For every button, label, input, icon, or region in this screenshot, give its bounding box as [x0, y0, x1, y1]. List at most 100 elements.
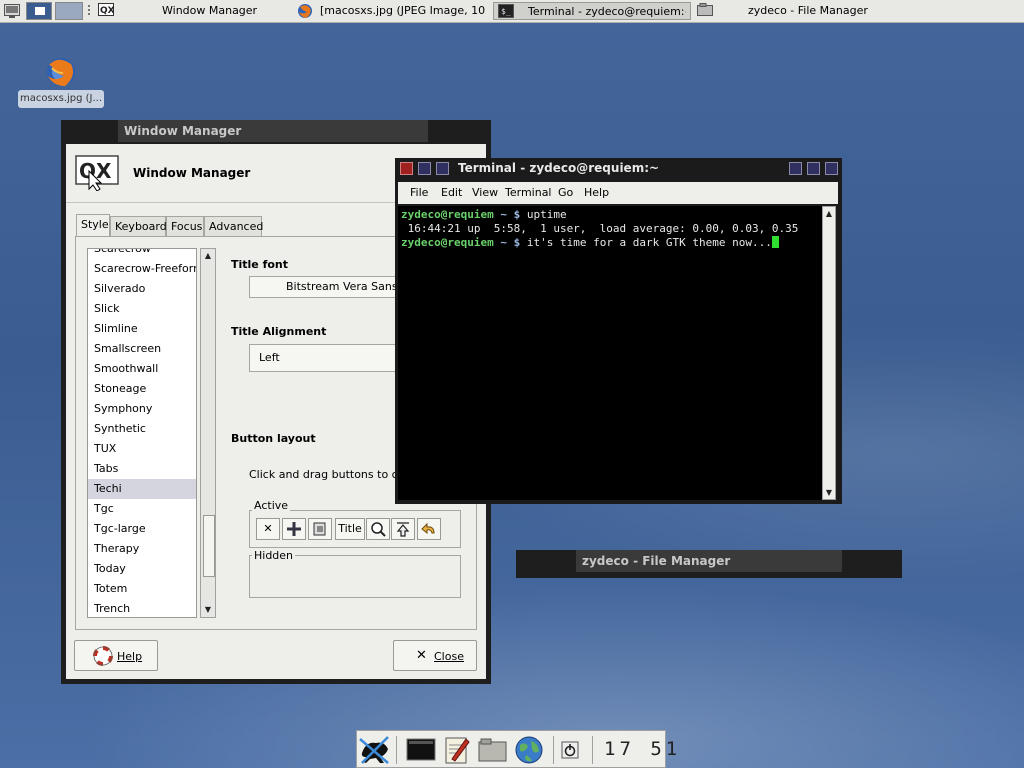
list-item[interactable]: Slimline [88, 319, 196, 339]
title-alignment-label: Title Alignment [231, 325, 327, 338]
list-item[interactable]: Tgc-large [88, 519, 196, 539]
power-icon[interactable] [561, 741, 579, 762]
window-manager-logo-icon: QX [75, 155, 121, 194]
list-item[interactable]: Stoneage [88, 379, 196, 399]
prompt-path: ~ $ [493, 208, 527, 221]
command-text: it's time for a dark GTK theme now... [526, 236, 772, 249]
list-item[interactable]: Scarecrow-Freeform [88, 259, 196, 279]
menu-view[interactable]: View [472, 186, 498, 199]
tab-advanced[interactable]: Advanced [204, 216, 263, 236]
firefox-icon [297, 3, 313, 25]
terminal-icon: $_ [498, 4, 514, 24]
terminal-scrollbar[interactable]: ▲ ▼ [822, 206, 836, 500]
list-item[interactable]: Totem [88, 579, 196, 599]
terminal-titlebar[interactable]: Terminal - zydeco@requiem:~ [452, 158, 784, 178]
list-item[interactable]: Today [88, 559, 196, 579]
workspace-1-button[interactable] [26, 2, 52, 20]
menu-file[interactable]: File [410, 186, 428, 199]
terminal-close-icon[interactable] [400, 162, 413, 175]
list-item[interactable]: TUX [88, 439, 196, 459]
panel-clock[interactable]: 17 51 [604, 738, 681, 760]
terminal-line: zydeco@requiem ~ $ it's time for a dark … [401, 236, 819, 250]
folder-icon[interactable] [478, 737, 508, 766]
top-taskbar: QX Window Manager [macosxs.jpg (JPEG Ima… [0, 0, 1024, 23]
tab-focus[interactable]: Focus [166, 216, 204, 236]
list-item[interactable]: Synthetic [88, 419, 196, 439]
terminal-menubar: File Edit View Terminal Go Help [398, 182, 838, 204]
terminal-maximize-icon[interactable] [825, 162, 838, 175]
theme-list[interactable]: Scarecrow Scarecrow-Freeform Silverado S… [87, 248, 197, 618]
terminal-cursor [771, 236, 779, 248]
help-button-label: Help [117, 650, 143, 663]
theme-list-scrollbar[interactable]: ▲ ▼ [200, 248, 216, 618]
list-item[interactable]: Symphony [88, 399, 196, 419]
hidden-label: Hidden [252, 549, 296, 562]
terminal-minimize-icon[interactable] [418, 162, 431, 175]
prompt-user: zydeco@requiem [401, 236, 494, 249]
terminal-line: 16:44:21 up 5:58, 1 user, load average: … [401, 222, 819, 236]
scroll-down-icon[interactable]: ▼ [823, 487, 835, 499]
terminal-screen[interactable]: zydeco@requiem ~ $ uptime 16:44:21 up 5:… [398, 206, 822, 500]
terminal-stick-icon[interactable] [789, 162, 802, 175]
handle-icon[interactable] [87, 4, 92, 21]
button-layout-label: Button layout [231, 432, 316, 445]
close-x-icon: ✕ [416, 648, 427, 663]
menu-icon[interactable] [308, 518, 332, 540]
xfce-mouse-icon[interactable] [358, 733, 392, 768]
task-label: [macosxs.jpg (JPEG Image, 1024... [320, 4, 486, 17]
close-button[interactable]: ✕ Close [393, 640, 477, 671]
panel-separator [592, 736, 593, 764]
menu-terminal[interactable]: Terminal [505, 186, 552, 199]
list-item-selected[interactable]: Techi [88, 479, 196, 499]
prompt-path: ~ $ [493, 236, 527, 249]
file-manager-titlebar[interactable]: zydeco - File Manager [576, 550, 842, 572]
list-item[interactable]: Smoothwall [88, 359, 196, 379]
task-file-manager[interactable]: zydeco - File Manager [694, 2, 890, 20]
output-text: 16:44:21 up 5:58, 1 user, load average: … [401, 222, 799, 235]
tab-style[interactable]: Style [76, 214, 110, 236]
close-icon[interactable]: ✕ [256, 518, 280, 540]
file-manager-icon [697, 3, 713, 23]
task-window-manager[interactable]: QX Window Manager [96, 2, 292, 20]
scrollbar-thumb[interactable] [203, 515, 215, 577]
scroll-up-icon[interactable]: ▲ [823, 208, 835, 220]
list-item[interactable]: Tabs [88, 459, 196, 479]
wm-header-title: Window Manager [133, 166, 251, 180]
text-editor-icon[interactable] [444, 735, 470, 768]
svg-text:QX: QX [100, 6, 114, 16]
task-label: zydeco - File Manager [748, 4, 868, 17]
help-button[interactable]: Help [74, 640, 158, 671]
terminal-launcher-icon[interactable] [406, 737, 436, 766]
undo-icon[interactable] [417, 518, 441, 540]
list-item[interactable]: Trench [88, 599, 196, 617]
prompt-user: zydeco@requiem [401, 208, 494, 221]
menu-edit[interactable]: Edit [441, 186, 462, 199]
web-browser-globe-icon[interactable] [514, 735, 544, 768]
stick-icon[interactable] [282, 518, 306, 540]
list-item[interactable]: Therapy [88, 539, 196, 559]
scroll-down-icon[interactable]: ▼ [202, 604, 214, 616]
command-text: uptime [526, 208, 567, 221]
title-button[interactable]: Title [335, 518, 365, 540]
list-item[interactable]: Silverado [88, 279, 196, 299]
list-item[interactable]: Slick [88, 299, 196, 319]
wm-window-titlebar[interactable]: Window Manager [118, 120, 428, 142]
workspace-2-button[interactable] [55, 2, 83, 20]
terminal-menu-icon[interactable] [436, 162, 449, 175]
tab-keyboard[interactable]: Keyboard [110, 216, 167, 236]
task-terminal[interactable]: $_ Terminal - zydeco@requiem:~ [493, 2, 691, 20]
terminal-shade-icon[interactable] [807, 162, 820, 175]
menu-go[interactable]: Go [558, 186, 573, 199]
maximize-icon[interactable] [391, 518, 415, 540]
desktop-icon-label: macosxs.jpg (J... [18, 90, 104, 108]
terminal-line: zydeco@requiem ~ $ uptime [401, 208, 819, 222]
list-item[interactable]: Scarecrow [88, 249, 196, 259]
shade-icon[interactable] [366, 518, 390, 540]
show-desktop-icon[interactable] [4, 4, 20, 21]
list-item[interactable]: Tgc [88, 499, 196, 519]
list-item[interactable]: Smallscreen [88, 339, 196, 359]
menu-help[interactable]: Help [584, 186, 609, 199]
task-firefox-image[interactable]: [macosxs.jpg (JPEG Image, 1024... [294, 2, 490, 20]
panel-separator [553, 736, 554, 764]
scroll-up-icon[interactable]: ▲ [202, 250, 214, 262]
